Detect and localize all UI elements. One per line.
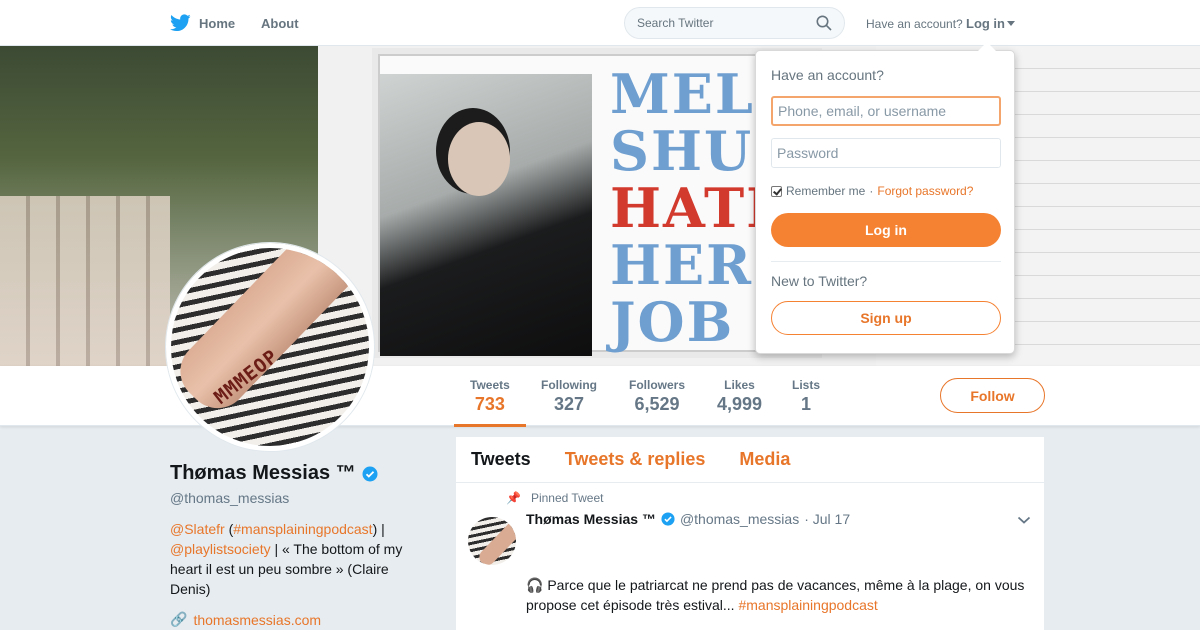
forgot-password-link[interactable]: Forgot password? (877, 184, 973, 198)
password-field[interactable] (771, 138, 1001, 168)
nav-about-link[interactable]: About (261, 16, 299, 31)
verified-badge-icon (661, 512, 675, 526)
tweet-header: Thømas Messias ™ @thomas_messias · Jul 1… (526, 511, 850, 527)
profile-website[interactable]: 🔗 thomasmessias.com (170, 611, 420, 628)
verified-badge-icon (362, 466, 378, 481)
stat-label: Tweets (470, 378, 510, 392)
tweet-author-name[interactable]: Thømas Messias ™ (526, 511, 656, 527)
hashtag-link[interactable]: #mansplainingpodcast (233, 521, 372, 537)
stat-followers[interactable]: Followers 6,529 (629, 378, 685, 415)
tweet-date[interactable]: · Jul 17 (804, 511, 850, 527)
timeline-tabs: Tweets Tweets & replies Media (456, 437, 1044, 483)
stat-label: Followers (629, 378, 686, 392)
new-to-twitter-text: New to Twitter? (771, 273, 868, 289)
search-icon[interactable] (816, 15, 832, 31)
nav-home-link[interactable]: Home (170, 12, 235, 34)
tweet-text: 🎧 Parce que le patriarcat ne prend pas d… (526, 575, 1036, 615)
header-billboard-photo (380, 74, 592, 356)
tab-media[interactable]: Media (739, 449, 790, 470)
dropdown-divider (771, 261, 1001, 262)
pin-icon: 📌 (506, 491, 521, 505)
mention-link[interactable]: @Slatefr (170, 521, 225, 537)
bio-text-segment: ( (224, 521, 234, 537)
login-dropdown-toggle[interactable]: Log in (966, 16, 1015, 31)
chevron-down-icon[interactable] (1017, 515, 1031, 525)
caret-down-icon (1007, 21, 1015, 26)
stat-label: Likes (724, 378, 755, 392)
login-button[interactable]: Log in (771, 213, 1001, 247)
nav-home-label: Home (199, 15, 236, 31)
stat-lists[interactable]: Lists 1 (792, 378, 820, 415)
pinned-label-text: Pinned Tweet (530, 491, 604, 505)
signup-button[interactable]: Sign up (771, 301, 1001, 335)
headphones-icon: 🎧 (526, 577, 544, 593)
login-dropdown: Have an account? Remember me · Forgot pa… (755, 42, 1015, 354)
follow-button[interactable]: Follow (940, 378, 1045, 413)
stat-likes[interactable]: Likes 4,999 (717, 378, 762, 415)
profile-avatar[interactable]: MMMEOP (166, 243, 374, 451)
stat-following[interactable]: Following 327 (541, 378, 597, 415)
stat-tweets[interactable]: Tweets 733 (454, 378, 526, 427)
mention-link[interactable]: @playlistsociety (170, 541, 271, 557)
top-navigation-bar: Home About Have an account? Log in (0, 0, 1200, 46)
hashtag-link[interactable]: #mansplainingpodcast (738, 597, 877, 613)
profile-bio-text: @Slatefr (#mansplainingpodcast) | @playl… (170, 519, 420, 599)
bio-text-segment: ) | (372, 521, 385, 537)
tweet-avatar[interactable] (468, 517, 516, 565)
tweet-author-handle[interactable]: @thomas_messias (680, 511, 799, 527)
avatar-arm (171, 248, 369, 421)
twitter-bird-icon (170, 14, 191, 32)
profile-name-text: Thømas Messias ™ (170, 462, 356, 484)
stat-value: 733 (474, 394, 505, 414)
stat-value: 6,529 (634, 394, 680, 414)
profile-handle[interactable]: @thomas_messias (170, 490, 420, 506)
login-dropdown-title: Have an account? (771, 67, 884, 83)
link-icon: 🔗 (170, 611, 188, 627)
username-field[interactable] (771, 96, 1001, 126)
stat-label: Lists (792, 378, 821, 392)
have-account-text: Have an account? (866, 17, 963, 31)
remember-me-label[interactable]: Remember me (786, 184, 865, 198)
profile-name: Thømas Messias ™ (170, 462, 420, 485)
stat-value: 327 (553, 394, 585, 414)
tab-tweets[interactable]: Tweets (471, 449, 531, 470)
remember-me-row: Remember me · Forgot password? (771, 184, 973, 198)
timeline: Tweets Tweets & replies Media 📌 Pinned T… (456, 437, 1044, 630)
tab-tweets-replies[interactable]: Tweets & replies (565, 449, 706, 470)
stat-value: 1 (801, 394, 812, 414)
header-building (0, 196, 170, 366)
separator-dot: · (869, 184, 874, 198)
stat-label: Following (541, 378, 597, 392)
search-input[interactable] (637, 16, 797, 30)
search-box[interactable] (624, 7, 845, 39)
stat-value: 4,999 (717, 394, 763, 414)
pinned-tweet[interactable]: 📌 Pinned Tweet Thømas Messias ™ @thomas_… (456, 483, 1044, 630)
pinned-label: 📌 Pinned Tweet (506, 491, 603, 505)
website-link[interactable]: thomasmessias.com (193, 612, 321, 628)
login-toggle-label: Log in (966, 16, 1005, 31)
profile-bio-card: Thømas Messias ™ @thomas_messias @Slatef… (170, 462, 420, 628)
header-person (448, 122, 510, 196)
remember-me-checkbox[interactable] (771, 185, 782, 197)
